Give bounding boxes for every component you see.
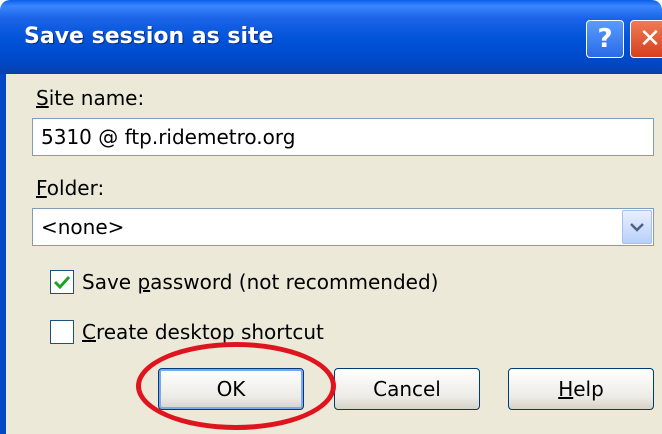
save-session-dialog: Save session as site ? ✕ Site name: 5310… (0, 0, 662, 434)
save-password-label: Save password (not recommended) (82, 270, 439, 294)
help-title-button[interactable]: ? (586, 20, 624, 58)
save-password-checkbox[interactable] (50, 270, 74, 294)
help-button[interactable]: Help (508, 368, 654, 410)
folder-dropdown[interactable]: <none> (32, 208, 654, 246)
desktop-shortcut-option[interactable]: Create desktop shortcut (50, 320, 324, 344)
chevron-down-icon[interactable] (622, 210, 652, 244)
question-mark-icon: ? (597, 24, 613, 54)
folder-label: Folder: (36, 176, 105, 200)
ok-button[interactable]: OK (158, 368, 304, 410)
title-bar[interactable]: Save session as site ? ✕ (0, 0, 662, 74)
close-button[interactable]: ✕ (630, 20, 662, 58)
checkmark-icon (53, 275, 71, 290)
desktop-shortcut-checkbox[interactable] (50, 320, 74, 344)
folder-selected-value: <none> (41, 215, 125, 239)
cancel-button[interactable]: Cancel (334, 368, 480, 410)
save-password-option[interactable]: Save password (not recommended) (50, 270, 438, 294)
close-icon: ✕ (639, 24, 661, 54)
site-name-label: Site name: (36, 86, 145, 110)
site-name-input[interactable]: 5310 @ ftp.ridemetro.org (32, 118, 654, 156)
dialog-title: Save session as site (24, 24, 274, 49)
desktop-shortcut-label: Create desktop shortcut (82, 320, 324, 344)
